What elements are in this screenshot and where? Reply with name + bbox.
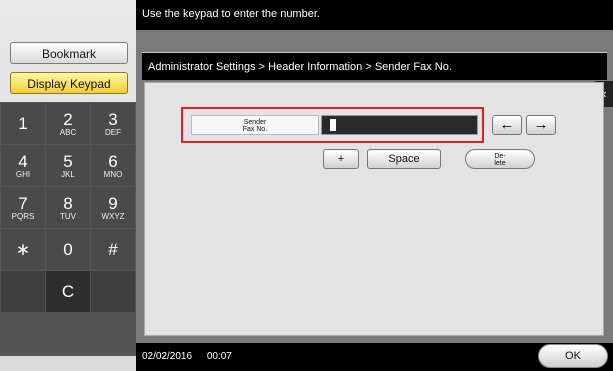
key-1[interactable]: 1: [1, 103, 45, 144]
cursor-right-button[interactable]: →: [526, 115, 556, 135]
key-letters: GHI: [15, 169, 31, 179]
key-digit: 7: [18, 193, 28, 213]
key-digit: 2: [63, 109, 73, 129]
key-digit: 0: [63, 240, 73, 259]
sidebar: Bookmark Display Keypad 1 2 ABC 3 DEF 4 GHI…: [0, 0, 136, 371]
key-digit: ∗: [15, 240, 31, 259]
key-4[interactable]: 4 GHI: [1, 145, 45, 186]
key-9[interactable]: 9 WXYZ: [91, 187, 135, 228]
key-digit: 5: [63, 151, 73, 171]
key-digit: 8: [63, 193, 73, 213]
space-button[interactable]: Space: [367, 149, 441, 169]
key-3[interactable]: 3 DEF: [91, 103, 135, 144]
status-bar: 02/02/2016 00:07 OK: [136, 343, 613, 371]
delete-button[interactable]: De- lete: [465, 149, 535, 169]
clear-key[interactable]: C: [46, 271, 90, 312]
entry-panel: Sender Fax No. ← → + Space De- lete: [144, 82, 604, 336]
key-hash[interactable]: #: [91, 229, 135, 270]
datetime: 02/02/2016 00:07: [142, 351, 232, 362]
main-area: Administrator Settings > Header Informat…: [136, 30, 613, 343]
key-digit: 1: [18, 114, 28, 133]
breadcrumb: Administrator Settings > Header Informat…: [142, 52, 607, 80]
date-text: 02/02/2016: [142, 351, 193, 362]
time-text: 00:07: [206, 351, 232, 362]
ok-button[interactable]: OK: [538, 344, 608, 368]
key-letters: MNO: [103, 169, 123, 179]
sender-fax-number-input[interactable]: [321, 115, 478, 135]
plus-button[interactable]: +: [323, 149, 359, 169]
field-label-line2: Fax No.: [242, 126, 268, 133]
field-label-line1: Sender: [243, 119, 267, 126]
key-letters: DEF: [105, 127, 121, 137]
key-digit: 4: [18, 151, 28, 171]
key-6[interactable]: 6 MNO: [91, 145, 135, 186]
cursor-left-button[interactable]: ←: [492, 115, 522, 135]
key-0[interactable]: 0: [46, 229, 90, 270]
key-letters: ABC: [59, 127, 77, 137]
numeric-keypad: 1 2 ABC 3 DEF 4 GHI 5 JKL 6 MNO 7 PQRS 8 TUV 9W…: [0, 102, 136, 356]
bookmark-button[interactable]: Bookmark: [10, 42, 128, 64]
key-digit: 6: [108, 151, 118, 171]
delete-label-line2: lete: [494, 160, 506, 167]
key-digit: #: [108, 240, 118, 259]
key-7[interactable]: 7 PQRS: [1, 187, 45, 228]
key-blank: [1, 271, 45, 312]
instruction-message: Use the keypad to enter the number.: [136, 0, 613, 30]
sender-fax-field-highlight: Sender Fax No.: [181, 107, 484, 143]
key-letters: PQRS: [11, 211, 35, 221]
key-letters: TUV: [60, 211, 76, 221]
key-digit: 9: [108, 193, 118, 213]
key-2[interactable]: 2 ABC: [46, 103, 90, 144]
key-8[interactable]: 8 TUV: [46, 187, 90, 228]
clear-label: C: [61, 282, 75, 301]
key-letters: JKL: [61, 169, 75, 179]
key-5[interactable]: 5 JKL: [46, 145, 90, 186]
field-label: Sender Fax No.: [191, 115, 319, 135]
key-blank: [91, 271, 135, 312]
key-asterisk[interactable]: ∗: [1, 229, 45, 270]
key-digit: 3: [108, 109, 118, 129]
display-keypad-button[interactable]: Display Keypad: [10, 72, 128, 94]
delete-label-line1: De-: [494, 153, 506, 160]
key-letters: WXYZ: [101, 211, 125, 221]
text-cursor: [330, 119, 336, 131]
